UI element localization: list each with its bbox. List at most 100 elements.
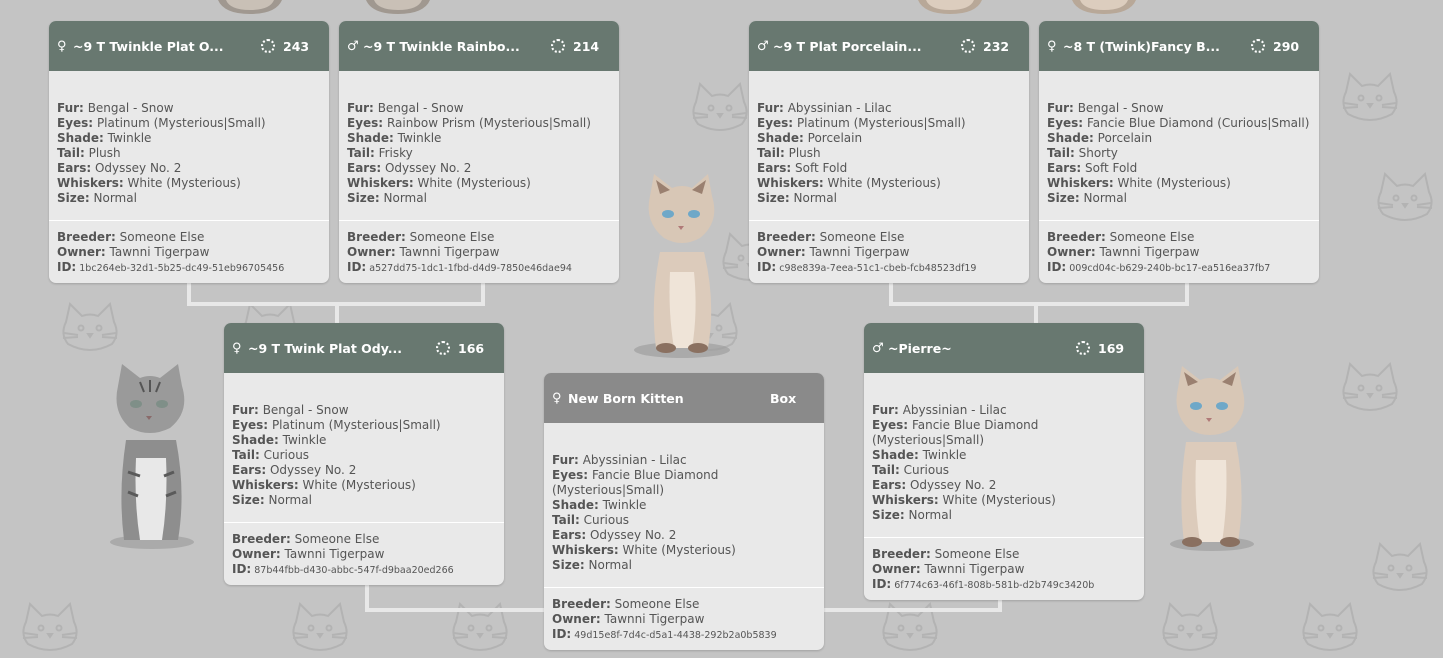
cat-image [634, 174, 730, 358]
trait-shade: Shade: Twinkle [232, 433, 327, 447]
traits-section: Fur: Abyssinian - Lilac Eyes: Platinum (… [749, 71, 1029, 220]
trait-ears: Ears: Odyssey No. 2 [347, 161, 472, 175]
pet-card[interactable]: ♂ ~Pierre~ 169 Fur: Abyssinian - Lilac E… [864, 323, 1144, 600]
genetics-score-icon [261, 39, 275, 53]
traits-section: Fur: Bengal - Snow Eyes: Rainbow Prism (… [339, 71, 619, 220]
pet-name[interactable]: ~9 T Twinkle Rainbo... [361, 39, 535, 54]
pet-name[interactable]: ~Pierre~ [886, 341, 1060, 356]
pet-name[interactable]: ~9 T Plat Porcelain... [771, 39, 945, 54]
trait-fur: Fur: Abyssinian - Lilac [552, 453, 687, 467]
trait-ears: Ears: Odyssey No. 2 [57, 161, 182, 175]
trait-ears: Ears: Odyssey No. 2 [232, 463, 357, 477]
ownership-section: Breeder: Someone Else Owner: Tawnni Tige… [544, 587, 824, 650]
traits-section: Fur: Abyssinian - Lilac Eyes: Fancie Blu… [544, 423, 824, 587]
trait-fur: Fur: Bengal - Snow [57, 101, 174, 115]
trait-tail: Tail: Curious [552, 513, 630, 527]
genetics-score: 166 [458, 340, 485, 356]
pet-card-header[interactable]: ♂ ~9 T Plat Porcelain... 232 [749, 21, 1029, 71]
breeder: Breeder: Someone Else [552, 597, 700, 611]
pet-card-header[interactable]: ♂ ~9 T Twinkle Rainbo... 214 [339, 21, 619, 71]
traits-section: Fur: Abyssinian - Lilac Eyes: Fancie Blu… [864, 373, 1144, 537]
pet-card-header[interactable]: ♂ ~Pierre~ 169 [864, 323, 1144, 373]
genetics-score: 232 [983, 38, 1010, 54]
pet-card-header[interactable]: ♀ ~8 T (Twink)Fancy B... 290 [1039, 21, 1319, 71]
trait-size: Size: Normal [757, 191, 837, 205]
trait-fur: Fur: Bengal - Snow [1047, 101, 1164, 115]
new-born-kitten-card[interactable]: ♀ New Born Kitten Box Fur: Abyssinian - … [544, 373, 824, 650]
female-sex-icon: ♀ [552, 390, 562, 406]
breeder: Breeder: Someone Else [232, 532, 380, 546]
trait-tail: Tail: Shorty [1047, 146, 1118, 160]
trait-size: Size: Normal [347, 191, 427, 205]
cat-image [1170, 366, 1254, 551]
breeder: Breeder: Someone Else [757, 230, 905, 244]
traits-section: Fur: Bengal - Snow Eyes: Fancie Blue Dia… [1039, 71, 1319, 220]
trait-ears: Ears: Odyssey No. 2 [872, 478, 997, 492]
owner: Owner: Tawnni Tigerpaw [872, 562, 1025, 576]
cat-image [218, 0, 282, 14]
female-sex-icon: ♀ [232, 340, 242, 356]
male-sex-icon: ♂ [757, 38, 769, 54]
ownership-section: Breeder: Someone Else Owner: Tawnni Tige… [749, 220, 1029, 283]
trait-tail: Tail: Plush [757, 146, 821, 160]
box-button[interactable]: Box [770, 391, 814, 406]
owner: Owner: Tawnni Tigerpaw [347, 245, 500, 259]
genetics-score-icon [1251, 39, 1265, 53]
pet-id: ID: c98e839a-7eea-51c1-cbeb-fcb48523df19 [757, 260, 977, 274]
pet-name[interactable]: ~8 T (Twink)Fancy B... [1061, 39, 1235, 54]
breeder: Breeder: Someone Else [57, 230, 205, 244]
pet-name[interactable]: ~9 T Twinkle Plat O... [71, 39, 245, 54]
genetics-score-icon [436, 341, 450, 355]
trait-whiskers: Whiskers: White (Mysterious) [757, 176, 941, 190]
cat-image [1072, 0, 1136, 14]
trait-ears: Ears: Soft Fold [757, 161, 848, 175]
pet-card-header[interactable]: ♀ ~9 T Twinkle Plat O... 243 [49, 21, 329, 71]
owner: Owner: Tawnni Tigerpaw [57, 245, 210, 259]
male-sex-icon: ♂ [872, 340, 884, 356]
trait-fur: Fur: Bengal - Snow [347, 101, 464, 115]
ownership-section: Breeder: Someone Else Owner: Tawnni Tige… [1039, 220, 1319, 283]
trait-shade: Shade: Twinkle [552, 498, 647, 512]
trait-eyes: Eyes: Fancie Blue Diamond (Mysterious|Sm… [872, 418, 1039, 447]
pet-card[interactable]: ♀ ~9 T Twinkle Plat O... 243 Fur: Bengal… [49, 21, 329, 283]
trait-eyes: Eyes: Platinum (Mysterious|Small) [232, 418, 441, 432]
cat-image [918, 0, 982, 14]
genetics-score: 169 [1098, 340, 1125, 356]
female-sex-icon: ♀ [57, 38, 67, 54]
trait-size: Size: Normal [232, 493, 312, 507]
trait-eyes: Eyes: Fancie Blue Diamond (Curious|Small… [1047, 116, 1310, 130]
cat-image [366, 0, 430, 14]
connector-line [823, 608, 1002, 612]
genetics-score-icon [551, 39, 565, 53]
breeder: Breeder: Someone Else [1047, 230, 1195, 244]
trait-size: Size: Normal [872, 508, 952, 522]
trait-whiskers: Whiskers: White (Mysterious) [57, 176, 241, 190]
trait-eyes: Eyes: Platinum (Mysterious|Small) [57, 116, 266, 130]
trait-tail: Tail: Curious [232, 448, 310, 462]
trait-shade: Shade: Twinkle [872, 448, 967, 462]
trait-whiskers: Whiskers: White (Mysterious) [552, 543, 736, 557]
genetics-score: 214 [573, 38, 600, 54]
pet-card-header[interactable]: ♀ ~9 T Twink Plat Ody... 166 [224, 323, 504, 373]
pet-card[interactable]: ♀ ~8 T (Twink)Fancy B... 290 Fur: Bengal… [1039, 21, 1319, 283]
owner: Owner: Tawnni Tigerpaw [552, 612, 705, 626]
pet-card[interactable]: ♀ ~9 T Twink Plat Ody... 166 Fur: Bengal… [224, 323, 504, 585]
breeder: Breeder: Someone Else [872, 547, 1020, 561]
pet-card-header[interactable]: ♀ New Born Kitten Box [544, 373, 824, 423]
pet-name[interactable]: New Born Kitten [566, 391, 770, 406]
trait-whiskers: Whiskers: White (Mysterious) [872, 493, 1056, 507]
trait-fur: Fur: Abyssinian - Lilac [872, 403, 1007, 417]
genetics-score-icon [1076, 341, 1090, 355]
connector-line [365, 608, 545, 612]
connector-line [1034, 302, 1038, 324]
pet-card[interactable]: ♂ ~9 T Twinkle Rainbo... 214 Fur: Bengal… [339, 21, 619, 283]
trait-tail: Tail: Frisky [347, 146, 413, 160]
pet-id: ID: 009cd04c-b629-240b-bc17-ea516ea37fb7 [1047, 260, 1271, 274]
pet-id: ID: 49d15e8f-7d4c-d5a1-4438-292b2a0b5839 [552, 627, 777, 641]
cat-image [110, 364, 194, 549]
pet-name[interactable]: ~9 T Twink Plat Ody... [246, 341, 420, 356]
trait-size: Size: Normal [1047, 191, 1127, 205]
pet-card[interactable]: ♂ ~9 T Plat Porcelain... 232 Fur: Abyssi… [749, 21, 1029, 283]
pet-id: ID: a527dd75-1dc1-1fbd-d4d9-7850e46dae94 [347, 260, 572, 274]
pet-id: ID: 87b44fbb-d430-abbc-547f-d9baa20ed266 [232, 562, 454, 576]
